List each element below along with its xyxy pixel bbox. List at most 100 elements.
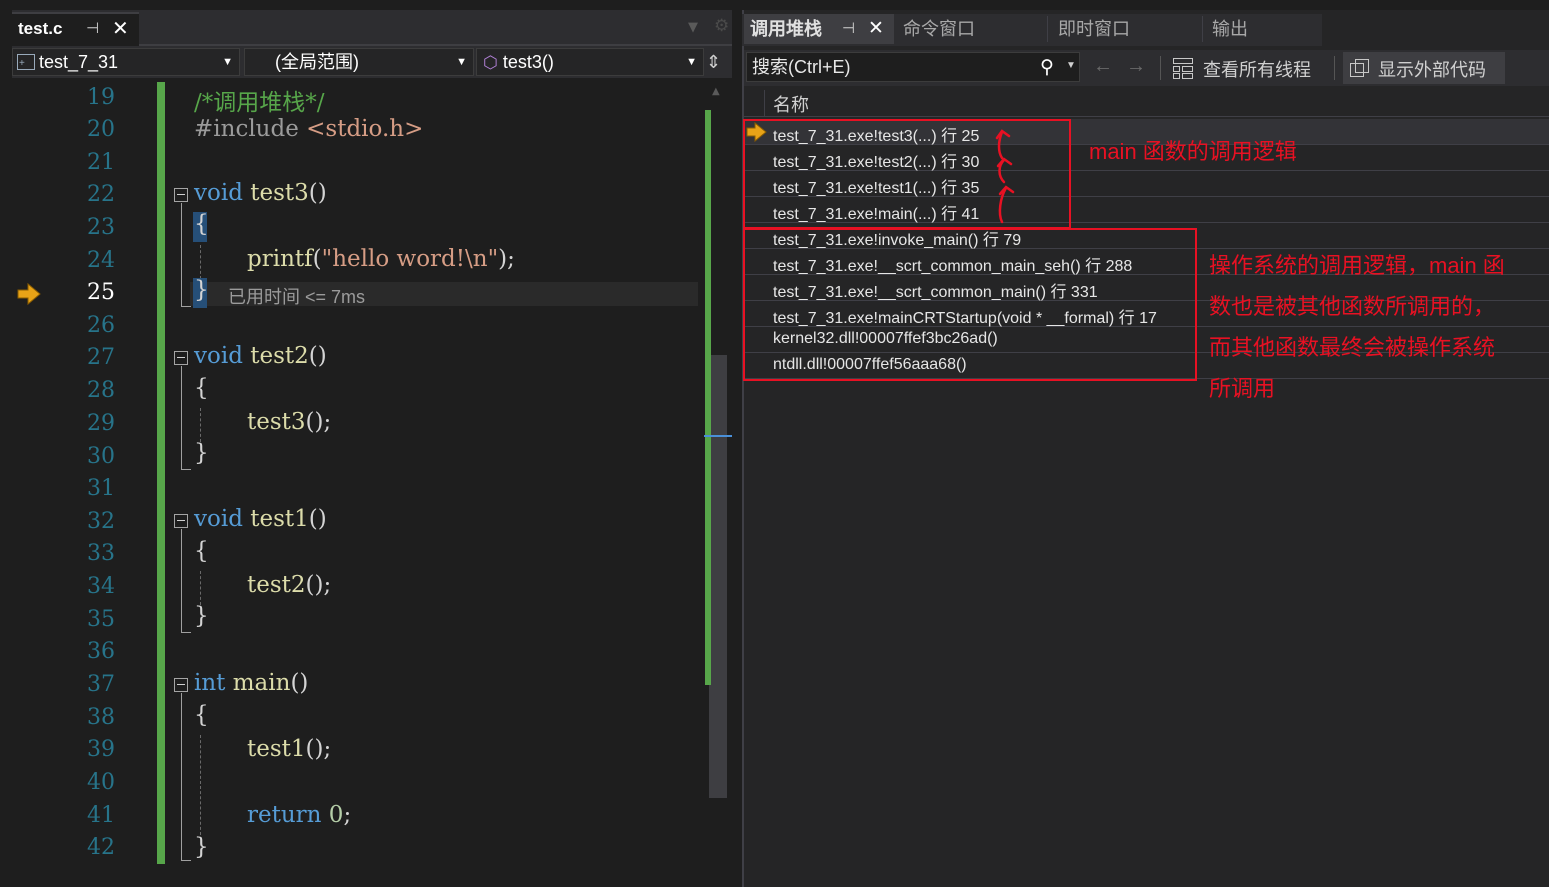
editor-tab-title[interactable]: test.c — [18, 19, 62, 39]
scrollbar-change-marker — [705, 110, 711, 685]
current-statement-arrow-icon — [17, 282, 41, 306]
fold-guide — [181, 203, 183, 307]
fold-guide-end — [181, 860, 191, 861]
chevron-down-icon: ▼ — [222, 56, 233, 68]
code-return-line: return 0; — [247, 802, 352, 828]
chevron-down-icon: ▼ — [686, 56, 697, 68]
tab-separator — [1202, 16, 1203, 42]
code-test1-signature: void test1() — [194, 506, 327, 532]
code-open-brace: { — [194, 702, 209, 728]
forward-arrow-icon[interactable]: → — [1126, 55, 1146, 78]
tab-list-dropdown-icon[interactable]: ▼ — [688, 20, 698, 35]
gear-icon[interactable]: ⚙ — [714, 16, 729, 36]
tab-output[interactable]: 输出 — [1212, 14, 1248, 44]
column-header-row — [744, 88, 1549, 117]
editor-scrollbar-thumb[interactable] — [709, 355, 727, 798]
code-main-signature: int main() — [194, 670, 309, 696]
fold-guide — [181, 529, 183, 633]
view-all-threads-button[interactable]: 查看所有线程 — [1203, 56, 1311, 82]
indent-guide — [200, 408, 202, 442]
perf-tip-elapsed[interactable]: 已用时间 <= 7ms — [228, 283, 365, 309]
line-number: 40 — [87, 770, 115, 795]
line-number: 20 — [87, 117, 115, 142]
collapse-icon[interactable] — [174, 678, 188, 692]
tab-immediate-window[interactable]: 即时窗口 — [1058, 14, 1130, 44]
toolbar-separator — [1160, 56, 1161, 80]
line-number: 33 — [87, 541, 115, 566]
code-close-brace: } — [194, 440, 209, 466]
toolbar-separator — [1334, 56, 1335, 80]
indent-guide — [200, 571, 202, 605]
chevron-down-icon[interactable]: ▼ — [1066, 60, 1076, 71]
code-comment: /*调用堆栈*/ — [194, 90, 325, 116]
code-call-test1: test1(); — [247, 736, 332, 762]
code-close-brace: } — [194, 603, 209, 629]
scope-dropdown[interactable]: (全局范围) ▼ — [244, 48, 474, 76]
code-include-line: #include <stdio.h> — [194, 116, 424, 142]
annotation-os-logic-line1: 操作系统的调用逻辑，main 函 — [1209, 253, 1505, 278]
line-number: 19 — [87, 85, 115, 110]
scope-name: (全局范围) — [275, 52, 359, 72]
search-icon[interactable]: ⚲ — [1040, 56, 1054, 79]
line-number: 30 — [87, 444, 115, 469]
line-number: 37 — [87, 672, 115, 697]
code-open-brace: { — [194, 375, 209, 401]
code-open-brace: { — [194, 538, 209, 564]
member-dropdown[interactable]: ⬡ test3() ▼ — [476, 48, 704, 76]
line-number: 35 — [87, 607, 115, 632]
code-call-test2: test2(); — [247, 572, 332, 598]
line-number: 39 — [87, 737, 115, 762]
fold-guide-end — [181, 632, 191, 633]
line-number: 23 — [87, 215, 115, 240]
code-test2-signature: void test2() — [194, 343, 327, 369]
line-number: 21 — [87, 150, 115, 175]
line-number: 36 — [87, 639, 115, 664]
line-number: 28 — [87, 378, 115, 403]
fold-guide-end — [181, 469, 191, 470]
line-number: 31 — [87, 476, 115, 501]
annotation-os-logic-line2: 数也是被其他函数所调用的， — [1209, 294, 1496, 319]
project-icon: + — [17, 54, 35, 70]
scrollbar-caret-marker — [704, 435, 732, 437]
change-tracking-bar — [157, 82, 165, 864]
line-number: 25 — [87, 280, 115, 305]
column-header-name[interactable]: 名称 — [773, 91, 809, 117]
search-input[interactable]: 搜索(Ctrl+E) — [746, 52, 1080, 82]
close-icon[interactable]: ✕ — [868, 14, 884, 44]
line-number: 29 — [87, 411, 115, 436]
collapse-icon[interactable] — [174, 188, 188, 202]
code-call-test3: test3(); — [247, 409, 332, 435]
line-number: 27 — [87, 345, 115, 370]
close-icon[interactable]: ✕ — [112, 16, 129, 40]
code-close-brace: } — [194, 834, 209, 860]
pin-icon[interactable]: ⊣ — [842, 14, 855, 44]
annotation-os-logic-line4: 所调用 — [1209, 376, 1276, 401]
tab-call-stack-label[interactable]: 调用堆栈 — [750, 14, 822, 44]
split-editor-icon[interactable]: ⇕ — [706, 52, 721, 73]
fold-guide — [181, 366, 183, 470]
code-printf-line: printf("hello word!\n"); — [247, 246, 515, 272]
project-dropdown[interactable]: + test_7_31 ▼ — [12, 48, 240, 76]
line-number: 38 — [87, 705, 115, 730]
line-number: 32 — [87, 509, 115, 534]
indent-guide — [200, 245, 202, 279]
line-number: 41 — [87, 803, 115, 828]
show-external-code-label[interactable]: 显示外部代码 — [1378, 56, 1486, 82]
annotation-os-logic-line3: 而其他函数最终会被操作系统 — [1209, 335, 1496, 360]
tab-command-window[interactable]: 命令窗口 — [903, 14, 975, 44]
external-code-icon — [1350, 59, 1369, 77]
tab-separator — [1047, 16, 1048, 42]
pin-icon[interactable]: ⊣ — [86, 19, 99, 37]
line-number: 26 — [87, 313, 115, 338]
scroll-up-icon[interactable]: ▲ — [712, 86, 720, 97]
code-close-brace: } — [194, 277, 209, 303]
column-divider — [764, 90, 765, 116]
indent-guide — [200, 735, 202, 835]
fold-guide — [181, 693, 183, 861]
line-number: 42 — [87, 835, 115, 860]
collapse-icon[interactable] — [174, 514, 188, 528]
collapse-icon[interactable] — [174, 351, 188, 365]
chevron-down-icon: ▼ — [456, 56, 467, 68]
annotation-box-os-logic — [743, 228, 1197, 381]
back-arrow-icon[interactable]: ← — [1093, 55, 1113, 78]
